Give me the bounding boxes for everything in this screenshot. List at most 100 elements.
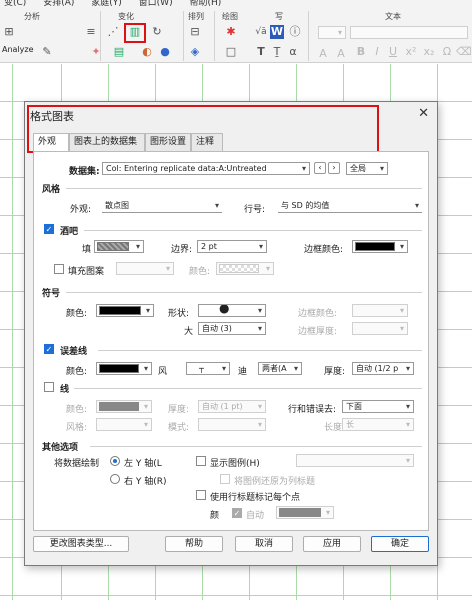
appearance-value: 散点图 bbox=[105, 201, 129, 210]
italic-icon[interactable]: I bbox=[370, 45, 384, 59]
errorbar-header: 误差线 bbox=[60, 347, 88, 357]
star-icon[interactable]: ✱ bbox=[224, 25, 238, 39]
fill-swatch bbox=[97, 242, 129, 251]
errorbar-color-select[interactable]: ▾ bbox=[96, 362, 152, 375]
symbol-color-swatch bbox=[99, 306, 141, 315]
left-axis-radio[interactable] bbox=[110, 456, 120, 466]
analyze-button[interactable]: Analyze bbox=[2, 45, 34, 54]
shape-select[interactable]: ● ▾ bbox=[198, 304, 266, 317]
subscript-icon[interactable]: x₂ bbox=[422, 45, 436, 59]
group-text: 文本 bbox=[385, 12, 401, 21]
bold-icon[interactable]: B bbox=[354, 45, 368, 59]
menu-bar: 变(C) 安排(A) 家庭(Y) 窗口(W) 帮助(H) bbox=[0, 0, 472, 9]
direction-label: 迪 bbox=[238, 367, 248, 377]
row-titles-checkbox[interactable] bbox=[196, 490, 206, 500]
scope-select[interactable]: 全局 ▾ bbox=[346, 162, 388, 175]
table-icon[interactable]: ⊞ bbox=[2, 25, 16, 39]
info-icon[interactable]: ⓘ bbox=[288, 25, 302, 39]
symbol-border-color-select[interactable]: ▾ bbox=[352, 304, 408, 317]
group-write: 写 bbox=[275, 12, 283, 21]
menu-item-arrange[interactable]: 安排(A) bbox=[43, 0, 74, 8]
border-select[interactable]: 2 pt ▾ bbox=[197, 240, 267, 253]
line-style-select[interactable]: ▾ bbox=[96, 418, 152, 431]
group-icon[interactable]: ◈ bbox=[188, 45, 202, 59]
sqrt-icon[interactable]: √ā bbox=[254, 25, 268, 39]
legend-select[interactable]: ▾ bbox=[296, 454, 414, 467]
clear-format-icon[interactable]: ⌫ bbox=[456, 45, 472, 59]
grow-font-icon[interactable]: A bbox=[316, 47, 330, 61]
omega-icon[interactable]: Ω bbox=[440, 45, 454, 59]
errorbar-thickness-label: 厚度: bbox=[324, 367, 346, 377]
show-legend-checkbox[interactable] bbox=[196, 456, 206, 466]
list-icon[interactable]: ≡ bbox=[84, 25, 98, 39]
help-button[interactable]: 帮助 bbox=[165, 536, 223, 552]
change-graph-type-button[interactable]: 更改图表类型... bbox=[33, 536, 129, 552]
rotate-icon[interactable]: ↻ bbox=[150, 25, 164, 39]
row-select[interactable]: 与 SD 的均值 ▾ bbox=[278, 200, 422, 213]
close-icon[interactable]: ✕ bbox=[418, 106, 429, 121]
auto-color-checkbox[interactable]: ✓ bbox=[232, 508, 242, 518]
dataset-value: Col: Entering replicate data:A:Untreated bbox=[106, 164, 267, 173]
errorbar-style-select[interactable]: ┬ ▾ bbox=[186, 362, 230, 375]
format-chart-icon[interactable]: ▥ bbox=[124, 23, 146, 43]
label-color-select[interactable]: ▾ bbox=[276, 506, 334, 519]
line-row-select[interactable]: 下面 ▾ bbox=[342, 400, 414, 413]
line-pattern-select[interactable]: ▾ bbox=[198, 418, 266, 431]
wand-icon[interactable]: ✦ bbox=[89, 45, 103, 59]
divider bbox=[98, 350, 422, 351]
divider bbox=[66, 188, 422, 189]
divider bbox=[308, 11, 309, 61]
border-color-select[interactable]: ▾ bbox=[352, 240, 408, 253]
bar-chart-icon[interactable]: ▤ bbox=[112, 45, 126, 59]
direction-select[interactable]: 两者(A ▾ bbox=[258, 362, 302, 375]
menu-item-change[interactable]: 变(C) bbox=[4, 0, 26, 8]
scatter-icon[interactable]: ⋰ bbox=[106, 25, 120, 39]
palette-icon[interactable]: ● bbox=[158, 45, 172, 59]
pattern-color-select[interactable]: ▾ bbox=[216, 262, 274, 275]
next-dataset-button[interactable]: › bbox=[328, 162, 340, 174]
superscript-icon[interactable]: x² bbox=[404, 45, 418, 59]
restore-legend-checkbox[interactable] bbox=[220, 474, 230, 484]
dataset-select[interactable]: Col: Entering replicate data:A:Untreated… bbox=[102, 162, 310, 175]
label-color-label: 颜 bbox=[210, 511, 220, 521]
underline-icon[interactable]: U bbox=[386, 45, 400, 59]
fill-pattern-checkbox[interactable] bbox=[54, 264, 64, 274]
errorbar-checkbox[interactable]: ✓ bbox=[44, 344, 54, 354]
pen-icon[interactable]: ✎ bbox=[40, 45, 54, 59]
text-icon[interactable]: T bbox=[254, 45, 268, 59]
errorbar-thickness-select[interactable]: 自动 (1/2 p ▾ bbox=[352, 362, 414, 375]
menu-item-family[interactable]: 家庭(Y) bbox=[91, 0, 122, 8]
font-select[interactable]: ▾ bbox=[318, 26, 346, 39]
group-analysis: 分析 bbox=[24, 12, 40, 21]
ok-button[interactable]: 确定 bbox=[371, 536, 429, 552]
line-thickness-select[interactable]: 自动 (1 pt) ▾ bbox=[198, 400, 266, 413]
fill-pattern-select[interactable]: ▾ bbox=[116, 262, 174, 275]
line-color-label: 颜色: bbox=[66, 405, 88, 415]
size-select[interactable]: 自动 (3) ▾ bbox=[198, 322, 266, 335]
plot-on-label: 将数据绘制 bbox=[54, 459, 100, 469]
text-box-icon[interactable]: Ṯ bbox=[270, 45, 284, 59]
word-icon[interactable]: W bbox=[270, 25, 284, 39]
bar-checkbox[interactable]: ✓ bbox=[44, 224, 54, 234]
symbol-color-select[interactable]: ▾ bbox=[96, 304, 154, 317]
font-size-select[interactable] bbox=[350, 26, 468, 39]
color-icon[interactable]: ◐ bbox=[140, 45, 154, 59]
right-axis-radio[interactable] bbox=[110, 474, 120, 484]
symbol-border-thickness-select[interactable]: ▾ bbox=[352, 322, 408, 335]
menu-item-window[interactable]: 窗口(W) bbox=[139, 0, 173, 8]
rectangle-icon[interactable]: □ bbox=[224, 45, 238, 59]
prev-dataset-button[interactable]: ‹ bbox=[314, 162, 326, 174]
align-icon[interactable]: ⊟ bbox=[188, 25, 202, 39]
border-color-swatch bbox=[355, 242, 395, 251]
shrink-font-icon[interactable]: A bbox=[334, 47, 348, 61]
alpha-icon[interactable]: α bbox=[286, 45, 300, 59]
apply-button[interactable]: 应用 bbox=[303, 536, 361, 552]
line-length-select[interactable]: 长 ▾ bbox=[342, 418, 414, 431]
menu-item-help[interactable]: 帮助(H) bbox=[189, 0, 221, 8]
line-color-swatch bbox=[99, 402, 139, 411]
line-checkbox[interactable] bbox=[44, 382, 54, 392]
fill-color-select[interactable]: ▾ bbox=[94, 240, 144, 253]
cancel-button[interactable]: 取消 bbox=[235, 536, 293, 552]
line-color-select[interactable]: ▾ bbox=[96, 400, 152, 413]
appearance-select[interactable]: 散点图 ▾ bbox=[102, 200, 222, 213]
